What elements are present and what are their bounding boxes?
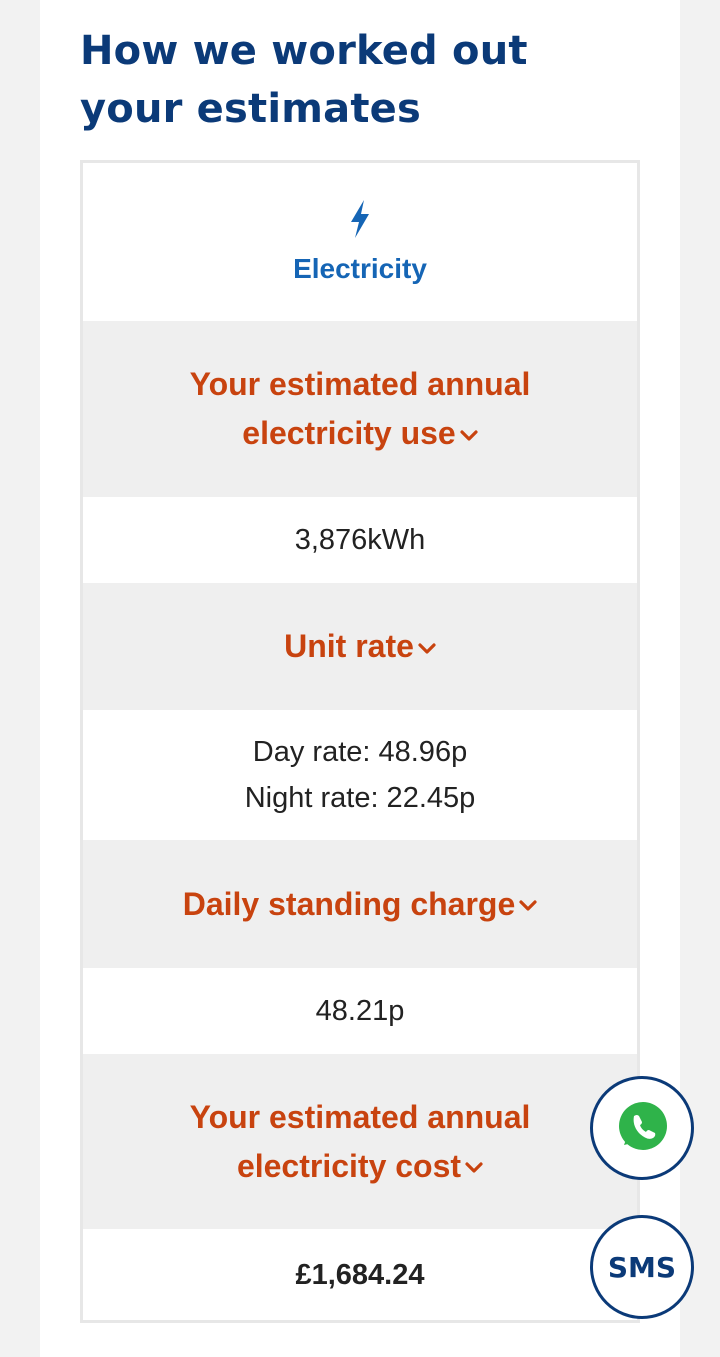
chevron-down-icon — [519, 900, 537, 911]
annual-use-label: Your estimated annual electricity use — [189, 366, 531, 451]
fuel-header: Electricity — [83, 163, 637, 321]
night-rate-value: Night rate: 22.45p — [244, 782, 476, 814]
page-title: How we worked out your estimates — [80, 28, 528, 132]
unit-rate-value-row: Day rate: 48.96p Night rate: 22.45p — [83, 710, 637, 840]
annual-cost-value-row: £1,684.24 — [83, 1229, 637, 1320]
chevron-down-icon — [465, 1162, 483, 1173]
annual-cost-value: £1,684.24 — [295, 1258, 425, 1291]
whatsapp-icon — [619, 1102, 667, 1150]
unit-rate-label: Unit rate — [284, 628, 414, 664]
standing-charge-label: Daily standing charge — [182, 885, 516, 922]
lightning-bolt-icon — [351, 200, 369, 238]
annual-use-toggle-row[interactable]: Your estimated annual electricity use — [83, 321, 637, 497]
unit-rate-toggle-row[interactable]: Unit rate — [83, 583, 637, 710]
sms-button[interactable]: SMS — [590, 1215, 694, 1319]
estimate-breakdown-card: Electricity Your estimated annual electr… — [80, 160, 640, 1323]
annual-cost-toggle[interactable]: Your estimated annual electricity cost — [160, 1093, 560, 1191]
standing-charge-value: 48.21p — [315, 995, 405, 1027]
day-rate-value: Day rate: 48.96p — [252, 736, 468, 768]
annual-cost-toggle-row[interactable]: Your estimated annual electricity cost — [83, 1054, 637, 1229]
chevron-down-icon — [460, 429, 478, 441]
whatsapp-button[interactable] — [590, 1076, 694, 1180]
annual-use-value-row: 3,876kWh — [83, 497, 637, 583]
chevron-down-icon — [418, 642, 436, 654]
fuel-label: Electricity — [293, 253, 427, 284]
unit-rate-toggle[interactable]: Unit rate — [274, 622, 446, 671]
sms-label: SMS — [607, 1250, 677, 1284]
standing-charge-toggle[interactable]: Daily standing charge — [173, 880, 548, 929]
standing-charge-value-row: 48.21p — [83, 968, 637, 1054]
standing-charge-toggle-row[interactable]: Daily standing charge — [83, 840, 637, 968]
annual-use-toggle[interactable]: Your estimated annual electricity use — [160, 360, 560, 458]
annual-use-value: 3,876kWh — [294, 524, 426, 556]
